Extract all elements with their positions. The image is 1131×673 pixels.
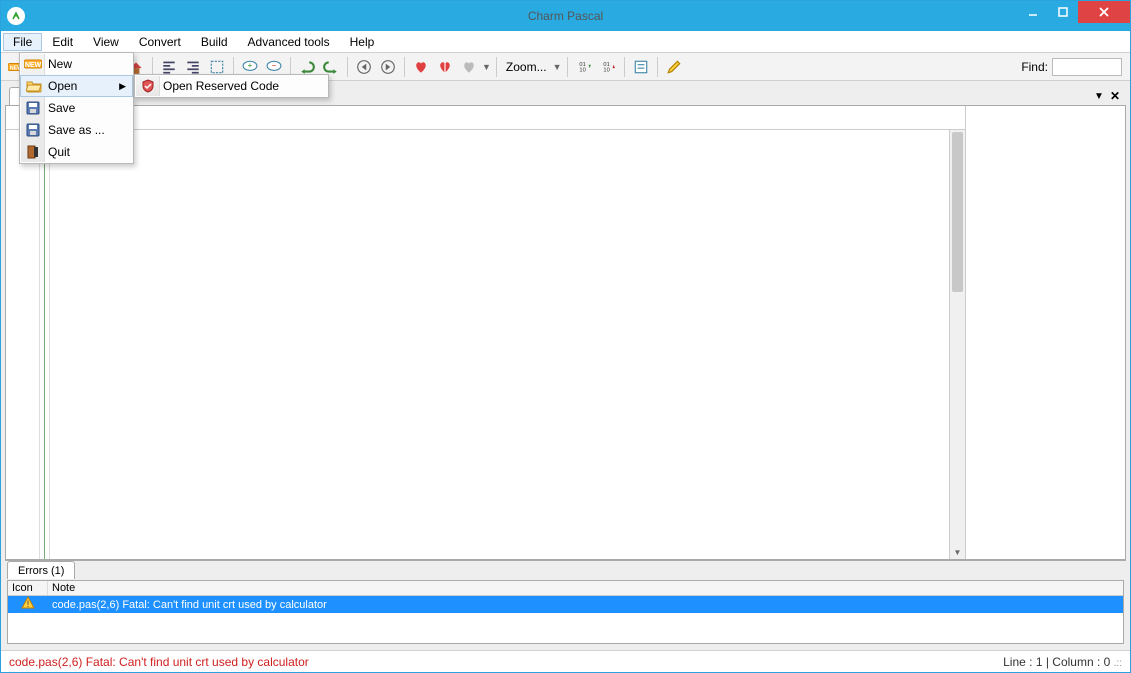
file-menu-dropdown: NEW New Open ▶ Save Save as ... Quit — [19, 52, 134, 164]
file-menu-save[interactable]: Save — [20, 97, 133, 119]
tab-close-icon[interactable]: ✕ — [1110, 89, 1120, 103]
code-minimap[interactable] — [965, 106, 1125, 559]
toolbar-zoom-label[interactable]: Zoom... — [502, 60, 551, 74]
minimize-button[interactable] — [1018, 1, 1048, 23]
submenu-arrow-icon: ▶ — [119, 81, 126, 92]
window-title: Charm Pascal — [528, 9, 603, 23]
menu-edit[interactable]: Edit — [42, 33, 83, 51]
toolbar-heart-broken-icon[interactable] — [434, 56, 456, 78]
find-input[interactable] — [1052, 58, 1122, 76]
file-menu-quit-label: Quit — [48, 145, 70, 159]
save-icon — [24, 99, 42, 117]
file-menu-new-label: New — [48, 57, 72, 71]
find-label: Find: — [1021, 60, 1048, 74]
menu-help[interactable]: Help — [340, 33, 385, 51]
titlebar: Charm Pascal — [1, 1, 1130, 31]
errors-header-note: Note — [48, 581, 1123, 595]
menu-file[interactable]: File — [3, 33, 42, 51]
menu-advanced-tools[interactable]: Advanced tools — [238, 33, 340, 51]
error-row[interactable]: ! code.pas(2,6) Fatal: Can't find unit c… — [8, 596, 1123, 613]
statusbar: code.pas(2,6) Fatal: Can't find unit crt… — [1, 650, 1130, 672]
file-menu-open[interactable]: Open ▶ — [20, 75, 133, 97]
menubar: File Edit View Convert Build Advanced to… — [1, 31, 1130, 53]
editor-vscrollbar[interactable]: ▲▼ — [949, 130, 965, 559]
svg-text:−: − — [272, 61, 277, 70]
status-message: code.pas(2,6) Fatal: Can't find unit crt… — [9, 655, 309, 669]
errors-panel: Errors (1) Icon Note ! code.pas(2,6) Fat… — [5, 560, 1126, 646]
reserved-shield-icon — [139, 77, 157, 95]
open-folder-icon — [25, 77, 43, 95]
file-menu-saveas-label: Save as ... — [48, 123, 105, 137]
menu-view[interactable]: View — [83, 33, 129, 51]
maximize-button[interactable] — [1048, 1, 1078, 23]
app-icon — [7, 7, 25, 25]
toolbar-binary-up-icon[interactable]: 0110 — [597, 56, 619, 78]
errors-header-icon: Icon — [8, 581, 48, 595]
svg-text:!: ! — [27, 599, 30, 609]
status-cursor-position: Line : 1 | Column : 0 — [1003, 655, 1110, 669]
toolbar-edit-pencil-icon[interactable] — [663, 56, 685, 78]
fold-gutter[interactable] — [40, 130, 50, 559]
file-menu-quit[interactable]: Quit — [20, 141, 133, 163]
warning-icon: ! — [21, 596, 35, 613]
toolbar-nav-forward-icon[interactable] — [377, 56, 399, 78]
error-note: code.pas(2,6) Fatal: Can't find unit crt… — [48, 599, 1123, 611]
toolbar-heart-grey-icon[interactable] — [458, 56, 480, 78]
errors-tab[interactable]: Errors (1) — [7, 561, 75, 579]
code-editor[interactable] — [6, 130, 949, 559]
toolbar-binary-down-icon[interactable]: 0110 — [573, 56, 595, 78]
quit-door-icon — [24, 143, 42, 161]
close-button[interactable] — [1078, 1, 1130, 23]
file-menu-save-label: Save — [48, 101, 75, 115]
file-menu-saveas[interactable]: Save as ... — [20, 119, 133, 141]
svg-text:10: 10 — [603, 67, 609, 73]
new-icon: NEW — [24, 55, 42, 73]
menu-convert[interactable]: Convert — [129, 33, 191, 51]
svg-text:+: + — [248, 61, 253, 70]
open-reserved-code[interactable]: Open Reserved Code — [135, 75, 328, 97]
toolbar-heart-red-icon[interactable] — [410, 56, 432, 78]
code-area[interactable] — [50, 130, 949, 559]
open-reserved-code-label: Open Reserved Code — [163, 79, 279, 93]
menu-build[interactable]: Build — [191, 33, 238, 51]
file-menu-new[interactable]: NEW New — [20, 53, 133, 75]
line-number-gutter — [6, 130, 40, 559]
tab-dropdown-icon[interactable]: ▼ — [1094, 91, 1104, 102]
toolbar-nav-back-icon[interactable] — [353, 56, 375, 78]
file-menu-open-label: Open — [48, 79, 77, 93]
svg-text:10: 10 — [579, 67, 585, 73]
saveas-icon — [24, 121, 42, 139]
svg-text:NEW: NEW — [25, 62, 42, 69]
editor-ruler — [6, 106, 965, 130]
toolbar-properties-icon[interactable] — [630, 56, 652, 78]
open-submenu: Open Reserved Code — [134, 74, 329, 98]
